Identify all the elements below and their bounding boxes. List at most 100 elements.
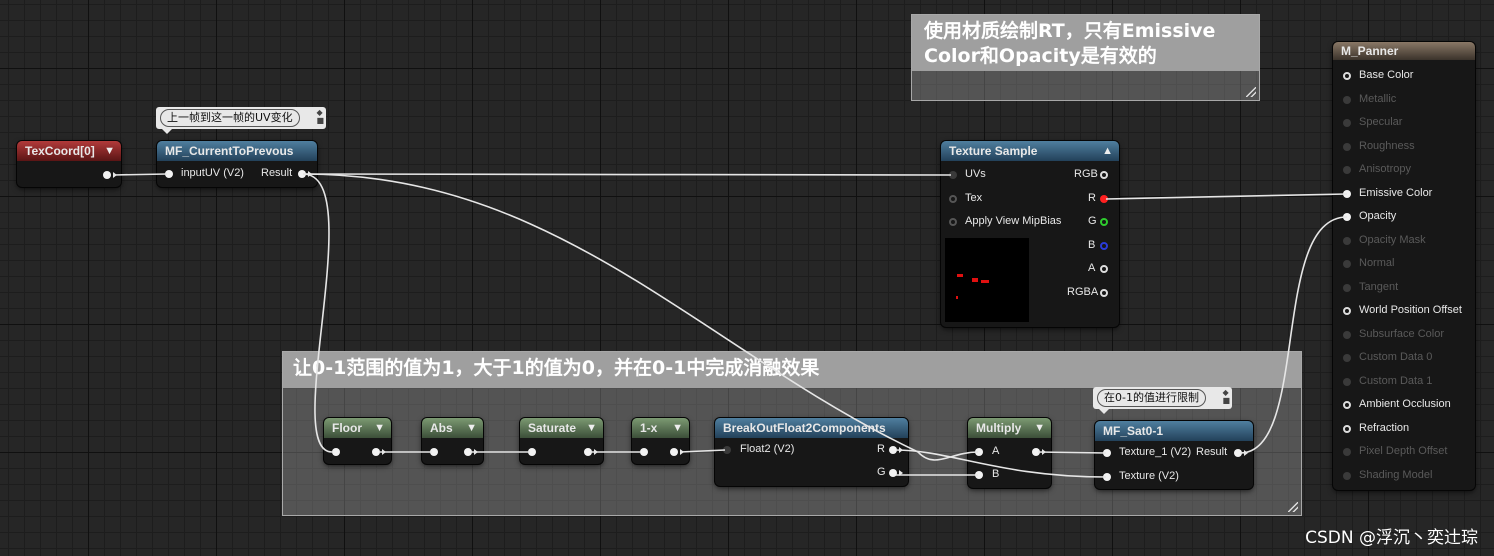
- node-header[interactable]: Abs ▼: [422, 418, 483, 438]
- material-input-label: Ambient Occlusion: [1359, 398, 1451, 410]
- node-title: MF_CurrentToPrevous: [165, 144, 294, 158]
- comment-bubble[interactable]: 在0-1的值进行限制 ◆ ■: [1093, 387, 1232, 414]
- texture-sample-node[interactable]: Texture Sample ▲ UVs Tex Apply View MipB…: [941, 141, 1119, 327]
- material-input-pin[interactable]: [1343, 424, 1351, 433]
- material-input-pin[interactable]: [1343, 307, 1351, 315]
- pin-label: Result: [261, 167, 293, 179]
- multiply-node[interactable]: Multiply ▼ A B: [968, 418, 1051, 488]
- material-input-pin[interactable]: [1343, 142, 1351, 151]
- output-pin[interactable]: [372, 448, 380, 456]
- mf-current-to-prevous-node[interactable]: MF_CurrentToPrevous inputUV (V2) Result: [157, 141, 317, 187]
- input-pin[interactable]: [640, 448, 648, 456]
- node-header[interactable]: BreakOutFloat2Components: [715, 418, 908, 438]
- material-input-pin[interactable]: [1343, 401, 1351, 409]
- input-pin[interactable]: [975, 471, 983, 479]
- input-pin[interactable]: [949, 218, 957, 226]
- input-pin[interactable]: [1103, 449, 1111, 457]
- input-pin[interactable]: [949, 171, 957, 179]
- material-input-label: World Position Offset: [1359, 304, 1462, 316]
- material-input-pin[interactable]: [1343, 377, 1351, 386]
- input-pin[interactable]: [165, 170, 173, 178]
- material-input-pin[interactable]: [1343, 283, 1351, 292]
- output-pin[interactable]: [298, 170, 306, 178]
- output-pin[interactable]: [464, 448, 472, 456]
- node-header[interactable]: 1-x ▼: [632, 418, 689, 438]
- pin-arrow-icon: [113, 172, 117, 178]
- pin-arrow-icon: [899, 470, 903, 476]
- output-pin[interactable]: [670, 448, 678, 456]
- comment-box-top[interactable]: 使用材质绘制RT，只有Emissive Color和Opacity是有效的: [911, 14, 1260, 101]
- input-pin[interactable]: [332, 448, 340, 456]
- wire-result-to-uvs: [302, 173, 952, 176]
- material-input-pin[interactable]: [1343, 119, 1351, 127]
- input-pin[interactable]: [949, 195, 957, 203]
- material-input-pin[interactable]: [1343, 166, 1351, 174]
- node-header[interactable]: TexCoord[0] ▼: [17, 141, 121, 161]
- output-pin-rgb[interactable]: [1100, 171, 1108, 179]
- material-input-pin[interactable]: [1343, 354, 1351, 362]
- floor-node[interactable]: Floor ▼: [324, 418, 391, 464]
- mf-sat01-node[interactable]: MF_Sat0-1 Texture_1 (V2) Result Texture …: [1095, 421, 1253, 489]
- chevron-down-icon[interactable]: ▼: [104, 141, 115, 161]
- node-header[interactable]: Multiply ▼: [968, 418, 1051, 438]
- input-pin[interactable]: [528, 448, 536, 456]
- material-input-pin[interactable]: [1343, 448, 1351, 456]
- texcoord-node[interactable]: TexCoord[0] ▼: [17, 141, 121, 187]
- input-pin[interactable]: [1103, 473, 1111, 481]
- chevron-down-icon[interactable]: ▼: [466, 418, 477, 438]
- abs-node[interactable]: Abs ▼: [422, 418, 483, 464]
- pin-label: A: [1088, 262, 1096, 274]
- chevron-down-icon[interactable]: ▼: [586, 418, 597, 438]
- pin-arrow-icon: [1042, 449, 1046, 455]
- material-input-pin[interactable]: [1343, 330, 1351, 339]
- material-input-label: Specular: [1359, 116, 1403, 128]
- node-header[interactable]: MF_CurrentToPrevous: [157, 141, 317, 161]
- chevron-down-icon[interactable]: ▼: [374, 418, 385, 438]
- output-pin[interactable]: [103, 171, 111, 179]
- node-header[interactable]: M_Panner: [1333, 42, 1475, 60]
- resize-grip[interactable]: [1288, 502, 1298, 512]
- m-panner-node[interactable]: M_Panner Base Color Metallic Specular Rough…: [1333, 42, 1475, 490]
- node-header[interactable]: Saturate ▼: [520, 418, 603, 438]
- output-pin-r[interactable]: [1100, 195, 1108, 203]
- preview-spot: [981, 280, 989, 283]
- output-pin[interactable]: [889, 469, 897, 477]
- output-pin-g[interactable]: [1100, 218, 1108, 226]
- chevron-down-icon[interactable]: ▼: [672, 418, 683, 438]
- input-pin[interactable]: [723, 446, 731, 454]
- output-pin[interactable]: [584, 448, 592, 456]
- output-pin[interactable]: [1032, 448, 1040, 456]
- material-input-label: Opacity: [1359, 210, 1397, 222]
- node-header[interactable]: Texture Sample ▲: [941, 141, 1119, 161]
- one-minus-node[interactable]: 1-x ▼: [632, 418, 689, 464]
- material-input-pin[interactable]: [1343, 95, 1351, 104]
- input-pin[interactable]: [430, 448, 438, 456]
- output-pin-rgba[interactable]: [1100, 289, 1108, 297]
- material-input-pin[interactable]: [1343, 189, 1351, 198]
- pin-icon[interactable]: ◆ ■: [1222, 389, 1230, 405]
- node-header[interactable]: Floor ▼: [324, 418, 391, 438]
- output-pin-b[interactable]: [1100, 242, 1108, 250]
- output-pin-a[interactable]: [1100, 265, 1108, 273]
- output-pin[interactable]: [1234, 449, 1242, 457]
- pin-icon[interactable]: ◆ ■: [316, 109, 324, 125]
- material-input-pin[interactable]: [1343, 213, 1351, 221]
- pin-label: Texture (V2): [1119, 470, 1179, 482]
- wire-r-to-emissive: [1105, 193, 1348, 200]
- input-pin[interactable]: [975, 448, 983, 456]
- output-pin[interactable]: [889, 446, 897, 454]
- saturate-node[interactable]: Saturate ▼: [520, 418, 603, 464]
- material-input-pin[interactable]: [1343, 236, 1351, 245]
- node-header[interactable]: MF_Sat0-1: [1095, 421, 1253, 441]
- resize-grip[interactable]: [1246, 87, 1256, 97]
- material-input-label: Refraction: [1359, 421, 1410, 434]
- chevron-down-icon[interactable]: ▼: [1034, 418, 1045, 438]
- preview-spot: [957, 274, 963, 277]
- material-input-pin[interactable]: [1343, 260, 1351, 268]
- material-input-pin[interactable]: [1343, 471, 1351, 480]
- chevron-up-icon[interactable]: ▲: [1102, 141, 1113, 161]
- material-input-pin[interactable]: [1343, 72, 1351, 80]
- pin-label: Result: [1196, 446, 1228, 458]
- breakout-float2-node[interactable]: BreakOutFloat2Components Float2 (V2) R G: [715, 418, 908, 486]
- comment-bubble[interactable]: 上一帧到这一帧的UV变化 ◆ ■: [156, 107, 326, 134]
